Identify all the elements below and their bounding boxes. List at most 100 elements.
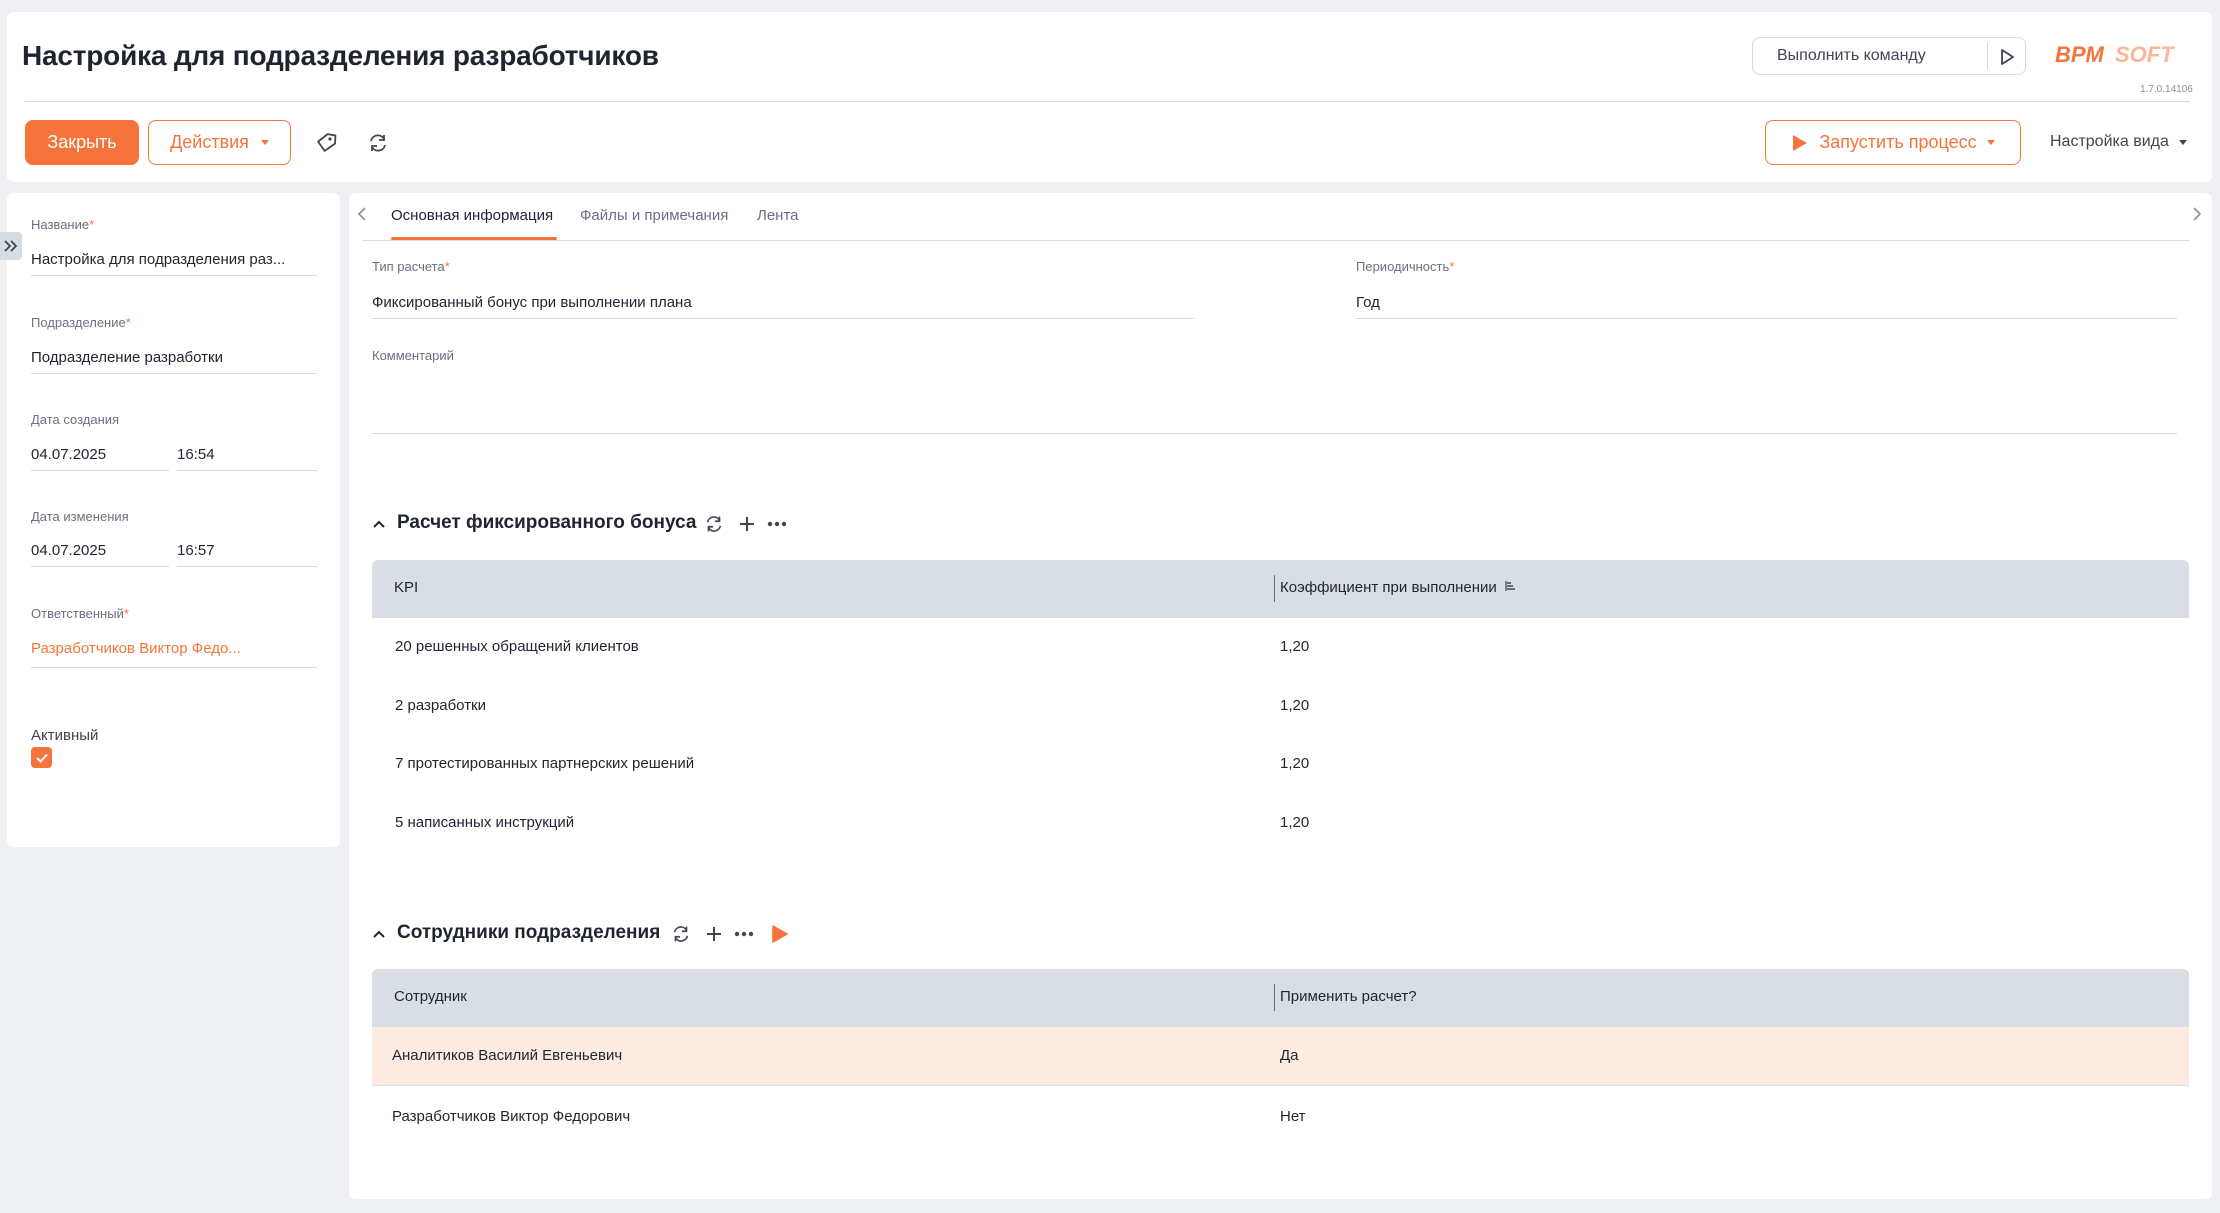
kpi-cell: 7 протестированных партнерских решений <box>395 755 695 772</box>
bonus-add-button[interactable] <box>734 511 760 537</box>
coef-cell: 1,20 <box>1280 755 1310 772</box>
tabs-scroll-right-button[interactable] <box>2192 206 2202 227</box>
refresh-button[interactable] <box>362 127 394 159</box>
checkmark-icon <box>35 753 48 763</box>
table-row[interactable]: 2 разработки 1,20 <box>372 677 2189 735</box>
table-row[interactable]: 5 написанных инструкций 1,20 <box>372 794 2189 852</box>
employees-more-button[interactable] <box>731 921 757 947</box>
view-settings-button[interactable]: Настройка вида <box>2050 133 2187 151</box>
play-outline-icon <box>2001 49 2014 65</box>
svg-text:SOFT: SOFT <box>2115 42 2175 67</box>
field-underline <box>31 566 169 567</box>
table-row[interactable]: 20 решенных обращений клиентов 1,20 <box>372 618 2189 676</box>
department-label: Подразделение* <box>31 315 131 330</box>
bpmsoft-logo: BPM SOFT <box>2055 40 2192 70</box>
view-settings-label: Настройка вида <box>2050 133 2169 150</box>
command-box <box>1752 37 2026 75</box>
employees-grid-header: Сотрудник Применить расчет? <box>372 969 2189 1027</box>
column-separator[interactable] <box>1274 984 1275 1011</box>
calc-type-field[interactable]: Фиксированный бонус при выполнении плана <box>372 294 692 311</box>
column-header-apply[interactable]: Применить расчет? <box>1280 988 1417 1005</box>
modified-date-field[interactable]: 04.07.2025 <box>31 542 106 559</box>
employee-link[interactable]: Разработчиков Виктор Федорович <box>392 1108 630 1125</box>
close-button[interactable]: Закрыть <box>25 120 139 165</box>
bonus-section-title: Расчет фиксированного бонуса <box>397 512 697 533</box>
row-divider <box>372 1085 2189 1086</box>
field-underline <box>177 470 317 471</box>
bonus-grid-header: KPI Коэффициент при выполнении <box>372 560 2189 618</box>
table-row[interactable]: Разработчиков Виктор Федорович Нет <box>372 1088 2189 1146</box>
period-label: Периодичность* <box>1356 259 1455 274</box>
chevron-up-icon <box>373 930 385 938</box>
run-process-button[interactable]: Запустить процесс <box>1765 120 2021 165</box>
chevron-down-icon <box>2178 139 2187 145</box>
table-row[interactable]: Аналитиков Василий Евгеньевич Да <box>372 1027 2189 1085</box>
chevron-right-icon <box>2193 207 2202 221</box>
period-field[interactable]: Год <box>1356 294 1380 311</box>
expand-sidebar-button[interactable] <box>0 232 22 260</box>
more-icon <box>767 521 787 527</box>
modified-label: Дата изменения <box>31 509 129 524</box>
created-label: Дата создания <box>31 412 120 427</box>
employee-link[interactable]: Аналитиков Василий Евгеньевич <box>392 1047 622 1064</box>
plus-icon <box>740 517 754 531</box>
svg-text:BPM: BPM <box>2055 42 2105 67</box>
command-divider <box>1987 43 1988 69</box>
column-header-kpi[interactable]: KPI <box>394 579 418 596</box>
employees-add-button[interactable] <box>701 921 727 947</box>
name-field[interactable]: Настройка для подразделения раз... <box>31 251 316 268</box>
active-label: Активный <box>31 727 99 744</box>
field-underline <box>177 566 317 567</box>
column-header-coef[interactable]: Коэффициент при выполнении <box>1280 579 1517 596</box>
kpi-cell: 5 написанных инструкций <box>395 814 575 831</box>
chevron-down-icon <box>1986 140 1995 145</box>
table-row[interactable]: 7 протестированных партнерских решений 1… <box>372 735 2189 793</box>
field-underline <box>31 667 317 668</box>
tab-feed[interactable]: Лента <box>757 207 799 224</box>
tab-files-notes[interactable]: Файлы и примечания <box>580 207 728 224</box>
bonus-more-button[interactable] <box>764 511 790 537</box>
modified-time-field[interactable]: 16:57 <box>177 542 215 559</box>
command-input[interactable] <box>1753 38 1983 74</box>
collapse-section-button[interactable] <box>366 921 392 947</box>
bonus-refresh-button[interactable] <box>701 511 727 537</box>
version-label: 1.7.0.14106 <box>2140 84 2193 95</box>
apply-cell: Да <box>1280 1047 1299 1064</box>
double-chevron-right-icon <box>4 240 18 252</box>
chevron-left-icon <box>357 207 366 221</box>
sort-icon <box>1505 581 1515 591</box>
created-date-field[interactable]: 04.07.2025 <box>31 446 106 463</box>
tag-button[interactable] <box>310 127 342 159</box>
tabs-scroll-left-button[interactable] <box>357 206 367 227</box>
page-title: Настройка для подразделения разработчико… <box>22 40 659 71</box>
tab-main-info[interactable]: Основная информация <box>391 207 553 224</box>
employees-refresh-button[interactable] <box>668 921 694 947</box>
plus-icon <box>707 927 721 941</box>
collapse-section-button[interactable] <box>366 511 392 537</box>
field-underline <box>31 470 169 471</box>
owner-link[interactable]: Разработчиков Виктор Федо... <box>31 640 316 657</box>
field-underline <box>31 373 317 374</box>
coef-cell: 1,20 <box>1280 638 1310 655</box>
active-checkbox[interactable] <box>31 747 52 768</box>
actions-button[interactable]: Действия <box>148 120 291 165</box>
chevron-up-icon <box>373 520 385 528</box>
column-separator[interactable] <box>1274 575 1275 602</box>
field-underline <box>31 275 317 276</box>
run-command-button[interactable] <box>1994 44 2020 70</box>
field-underline <box>372 318 1194 319</box>
owner-label: Ответственный* <box>31 606 129 621</box>
tabs-divider <box>363 240 2189 241</box>
kpi-cell: 2 разработки <box>395 697 487 714</box>
kpi-cell: 20 решенных обращений клиентов <box>395 638 639 655</box>
column-header-employee[interactable]: Сотрудник <box>394 988 467 1005</box>
refresh-icon <box>370 134 386 152</box>
refresh-icon <box>706 516 722 532</box>
actions-label: Действия <box>170 132 249 152</box>
created-time-field[interactable]: 16:54 <box>177 446 215 463</box>
run-process-label: Запустить процесс <box>1819 132 1977 152</box>
refresh-icon <box>673 926 689 942</box>
department-field[interactable]: Подразделение разработки <box>31 349 316 366</box>
comment-field[interactable] <box>372 380 2177 432</box>
employees-run-button[interactable] <box>767 921 793 947</box>
